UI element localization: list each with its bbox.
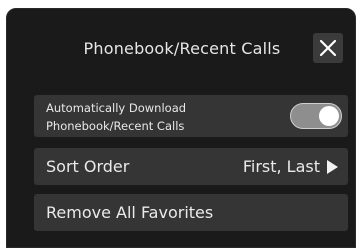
auto-download-label-line2: Phonebook/Recent Calls	[46, 119, 185, 133]
remove-all-favorites-label: Remove All Favorites	[46, 203, 214, 222]
phonebook-settings-screen: Phonebook/Recent Calls Automatically Dow…	[6, 8, 356, 248]
close-button[interactable]	[313, 33, 343, 63]
chevron-right-icon	[327, 160, 338, 174]
page-title: Phonebook/Recent Calls	[83, 39, 281, 58]
toggle-knob	[319, 106, 339, 126]
auto-download-toggle[interactable]	[290, 103, 342, 129]
sort-order-value: First, Last	[242, 157, 320, 176]
sort-order-label: Sort Order	[46, 157, 130, 176]
close-icon	[319, 39, 337, 57]
auto-download-label-line1: Automatically Download	[46, 101, 187, 115]
auto-download-row[interactable]: Automatically Download Phonebook/Recent …	[34, 95, 348, 137]
remove-all-favorites-button[interactable]: Remove All Favorites	[34, 194, 348, 231]
sort-order-row[interactable]: Sort Order First, Last	[34, 148, 348, 185]
